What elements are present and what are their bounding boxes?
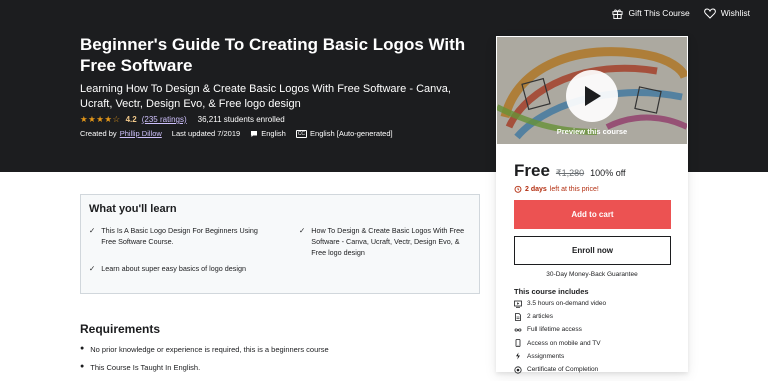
includes-heading: This course includes xyxy=(514,287,589,296)
mobile-icon xyxy=(515,339,521,348)
speech-bubble-icon xyxy=(251,130,258,137)
learn-item: ✓ Learn about super easy basics of logo … xyxy=(89,263,269,274)
requirements-heading: Requirements xyxy=(80,322,161,336)
list-item: 3.5 hours on-demand video xyxy=(514,297,606,310)
list-item: Full lifetime access xyxy=(514,323,606,336)
requirement-text: This Course Is Taught In English. xyxy=(90,363,201,372)
assignment-icon xyxy=(516,352,520,360)
last-updated: Last updated 7/2019 xyxy=(172,129,240,138)
list-item: Assignments xyxy=(514,350,606,363)
learn-item: ✓ How To Design & Create Basic Logos Wit… xyxy=(299,225,471,258)
learn-item: ✓ This Is A Basic Logo Design For Beginn… xyxy=(89,225,269,247)
ratings-count-link[interactable]: (235 ratings) xyxy=(142,115,187,124)
topbar-actions: Gift This Course Wishlist xyxy=(612,0,768,26)
alarm-clock-icon xyxy=(514,185,522,193)
wishlist-label: Wishlist xyxy=(720,8,750,18)
learn-item-text: Learn about super easy basics of logo de… xyxy=(101,264,246,273)
course-title: Beginner's Guide To Creating Basic Logos… xyxy=(80,35,466,75)
infinity-icon xyxy=(514,328,522,332)
course-preview-video[interactable]: Preview this course xyxy=(497,37,687,144)
video-icon xyxy=(514,300,522,308)
check-icon: ✓ xyxy=(299,226,306,235)
play-icon xyxy=(585,86,601,106)
discount-percent: 100% off xyxy=(590,168,626,178)
gift-course-label: Gift This Course xyxy=(628,8,690,18)
trophy-icon xyxy=(514,365,522,374)
star-rating-icon: ★★★★☆ xyxy=(80,114,121,124)
gift-course-button[interactable]: Gift This Course xyxy=(612,8,690,19)
closed-captions-icon: CC xyxy=(295,129,308,138)
include-label: 2 articles xyxy=(527,313,554,321)
offer-timer: 2 days left at this price! xyxy=(514,185,599,193)
rating-value: 4.2 xyxy=(125,115,137,124)
language: English xyxy=(250,129,286,138)
preview-label: Preview this course xyxy=(556,127,628,136)
include-label: Full lifetime access xyxy=(527,326,582,334)
money-back-guarantee: 30-Day Money-Back Guarantee xyxy=(546,271,638,278)
instructor-link[interactable]: Phillip Dillow xyxy=(120,129,162,138)
check-icon: ✓ xyxy=(89,264,96,273)
original-price: ₹1,280 xyxy=(555,168,585,178)
learn-heading: What you'll learn xyxy=(89,203,177,215)
enroll-now-button[interactable]: Enroll now xyxy=(514,236,671,265)
list-item: Certificate of Completion xyxy=(514,363,606,376)
captions: CC English [Auto-generated] xyxy=(295,129,393,138)
gift-icon xyxy=(612,8,623,19)
rating-row: ★★★★☆ 4.2 (235 ratings) 36,211 students … xyxy=(80,114,285,125)
play-button[interactable] xyxy=(566,70,618,122)
add-to-cart-button[interactable]: Add to cart xyxy=(514,200,671,229)
last-updated-text: Last updated 7/2019 xyxy=(171,129,241,138)
timer-text: left at this price! xyxy=(549,185,599,193)
list-item: ● No prior knowledge or experience is req… xyxy=(80,345,329,363)
price-row: Free ₹1,280 100% off xyxy=(514,161,626,181)
wishlist-button[interactable]: Wishlist xyxy=(703,7,750,19)
list-item: ● This Course Is Taught In English. xyxy=(80,363,329,381)
include-label: 3.5 hours on-demand video xyxy=(527,300,607,308)
includes-list: 3.5 hours on-demand video 2 articles Ful… xyxy=(514,297,606,376)
language-text: English xyxy=(261,129,286,138)
course-subtitle: Learning How To Design & Create Basic Lo… xyxy=(80,83,451,110)
bullet-icon: ● xyxy=(80,345,85,352)
requirement-text: No prior knowledge or experience is requ… xyxy=(90,345,329,354)
learn-item-text: How To Design & Create Basic Logos With … xyxy=(311,226,465,257)
requirements-list: ● No prior knowledge or experience is req… xyxy=(80,345,329,381)
bullet-icon: ● xyxy=(80,363,85,370)
what-youll-learn-box: What you'll learn ✓ This Is A Basic Logo… xyxy=(80,194,480,294)
heart-icon xyxy=(703,7,716,19)
list-item: Access on mobile and TV xyxy=(514,337,606,350)
check-icon: ✓ xyxy=(89,226,96,235)
timer-days: 2 days xyxy=(525,185,547,193)
list-item: 2 articles xyxy=(514,310,606,323)
students-enrolled: 36,211 students enrolled xyxy=(197,115,285,124)
created-by: Created by Phillip Dillow xyxy=(80,129,162,138)
captions-text: English [Auto-generated] xyxy=(310,129,393,138)
meta-row: Created by Phillip Dillow Last updated 7… xyxy=(80,129,393,138)
current-price: Free xyxy=(514,161,550,180)
include-label: Access on mobile and TV xyxy=(527,339,601,347)
file-icon xyxy=(515,312,521,321)
include-label: Assignments xyxy=(527,352,565,360)
created-by-prefix: Created by xyxy=(80,129,117,138)
purchase-sidebar: Preview this course Free ₹1,280 100% off… xyxy=(496,36,688,374)
learn-item-text: This Is A Basic Logo Design For Beginner… xyxy=(101,226,258,246)
